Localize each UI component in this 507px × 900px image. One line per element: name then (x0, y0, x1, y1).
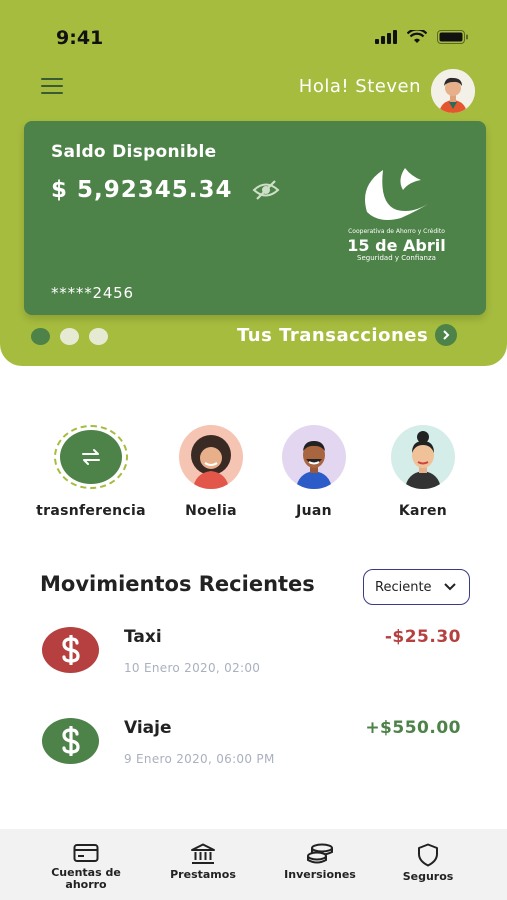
chevron-right-icon (435, 324, 458, 346)
eye-off-icon[interactable] (251, 178, 281, 202)
shield-icon (418, 843, 438, 867)
nav-label: Cuentas de ahorro (51, 866, 121, 891)
logo-small-text: Cooperativa de Ahorro y Crédito (348, 228, 445, 235)
nav-inversiones[interactable]: Inversiones (270, 843, 370, 881)
wifi-icon (407, 30, 427, 43)
status-bar: 9:41 (0, 0, 507, 70)
carousel-dots (31, 328, 108, 345)
logo-name: 15 de Abril (347, 236, 446, 255)
avatar-noelia (179, 425, 243, 489)
contact-karen[interactable]: Karen (358, 425, 488, 525)
status-time: 9:41 (56, 27, 104, 49)
transaction-row[interactable]: Viaje 9 Enero 2020, 06:00 PM +$550.00 (0, 718, 507, 788)
chevron-down-icon (444, 583, 456, 591)
carousel-dot[interactable] (89, 328, 108, 345)
nav-prestamos[interactable]: Prestamos (153, 843, 253, 881)
transaction-row[interactable]: Taxi 10 Enero 2020, 02:00 -$25.30 (0, 627, 507, 697)
avatar-karen (391, 425, 455, 489)
nav-label: Prestamos (170, 868, 236, 881)
carousel-dot[interactable] (60, 328, 79, 345)
recent-movements-title: Movimientos Recientes (40, 572, 315, 596)
nav-cuentas-de-ahorro[interactable]: Cuentas de ahorro (36, 843, 136, 891)
quick-contacts: trasnferencia Noelia Juan Karen (0, 425, 507, 525)
cooperative-logo: Cooperativa de Ahorro y Crédito 15 de Ab… (339, 166, 454, 266)
transactions-link-label: Tus Transacciones (237, 324, 429, 346)
header-panel: 9:41 Hola! Steven Saldo Disponible $ 5,9… (0, 0, 507, 366)
transactions-link[interactable]: Tus Transacciones (237, 324, 458, 346)
carousel-dot[interactable] (31, 328, 50, 345)
dollar-icon (42, 627, 99, 673)
dollar-icon (42, 718, 99, 764)
recent-filter-select[interactable]: Reciente (363, 569, 470, 605)
transaction-date: 9 Enero 2020, 06:00 PM (124, 752, 275, 766)
filter-selected-value: Reciente (375, 579, 432, 595)
transaction-name: Viaje (124, 718, 172, 738)
bottom-nav: Cuentas de ahorro Prestamos Inversiones … (0, 829, 507, 900)
cooperative-logo-mark (365, 168, 431, 220)
transaction-amount: +$550.00 (365, 718, 461, 738)
contact-label: Karen (398, 503, 448, 519)
card-number: *****2456 (51, 284, 134, 302)
nav-label: Inversiones (284, 868, 356, 881)
transaction-date: 10 Enero 2020, 02:00 (124, 661, 261, 675)
greeting-text: Hola! Steven (298, 76, 421, 97)
balance-amount: $ 5,92345.34 (51, 177, 233, 203)
transaction-name: Taxi (124, 627, 162, 647)
avatar-juan (282, 425, 346, 489)
card-icon (73, 844, 99, 862)
balance-title: Saldo Disponible (51, 142, 217, 162)
menu-icon[interactable] (41, 78, 63, 94)
transfer-ring (54, 425, 128, 489)
nav-seguros[interactable]: Seguros (378, 843, 478, 883)
coins-icon (307, 843, 333, 864)
nav-label: Seguros (402, 870, 454, 883)
battery-icon (437, 30, 468, 44)
profile-avatar[interactable] (431, 69, 475, 113)
transfer-icon (60, 430, 122, 484)
contact-label: trasnferencia (36, 503, 146, 519)
signal-icon (375, 30, 397, 44)
contact-label: Juan (296, 503, 332, 519)
transaction-amount: -$25.30 (384, 627, 461, 647)
bank-icon (191, 843, 215, 864)
contact-label: Noelia (185, 503, 237, 519)
logo-tagline: Seguridad y Confianza (357, 254, 436, 262)
balance-card[interactable]: Saldo Disponible $ 5,92345.34 *****2456 … (24, 121, 486, 315)
transfer-button[interactable]: trasnferencia (26, 425, 156, 525)
status-icons (375, 30, 469, 44)
